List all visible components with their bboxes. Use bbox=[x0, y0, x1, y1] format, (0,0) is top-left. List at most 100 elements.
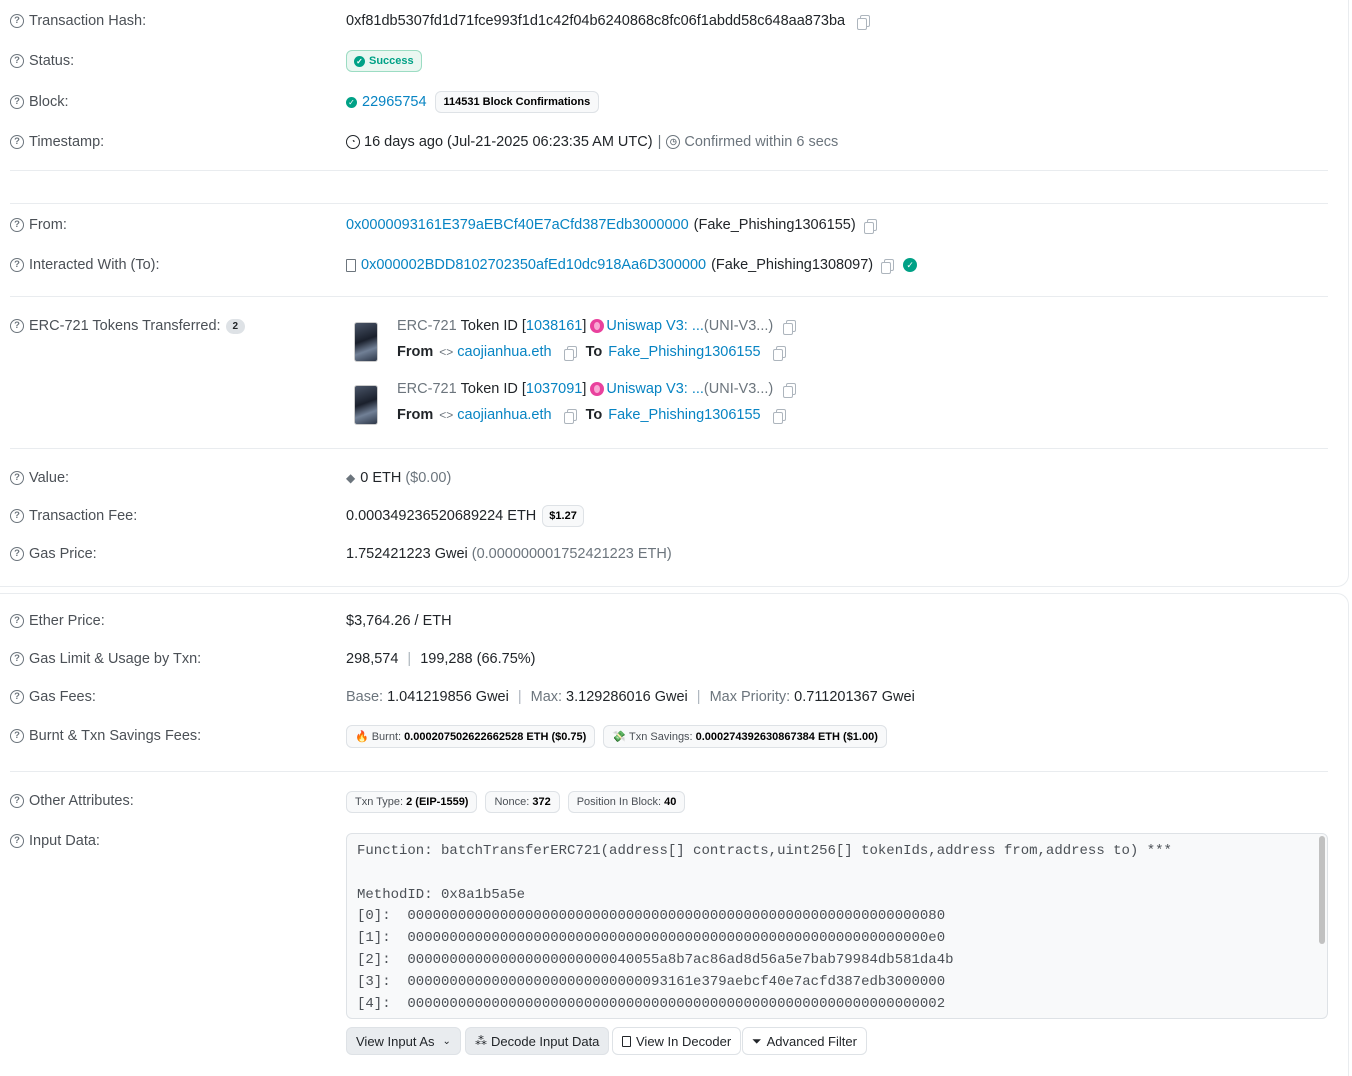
block-confirmations-badge: 114531 Block Confirmations bbox=[434, 91, 600, 113]
help-icon[interactable]: ? bbox=[10, 135, 24, 149]
erc721-item-1-line1: ERC-721 Token ID [1038161] Uniswap V3: .… bbox=[397, 318, 797, 335]
block-number-link[interactable]: 22965754 bbox=[362, 94, 427, 110]
uniswap-logo-icon bbox=[590, 382, 605, 396]
filter-icon: ⏷ bbox=[752, 1033, 762, 1048]
row-burnt-savings: ? Burnt & Txn Savings Fees: 🔥 Burnt: 0.0002… bbox=[10, 725, 1328, 751]
ether-price-value: $3,764.26 / ETH bbox=[346, 613, 452, 629]
chevron-down-icon: ⌄ bbox=[442, 1035, 451, 1047]
decode-input-data-button[interactable]: ⁂ Decode Input Data bbox=[465, 1027, 610, 1055]
nonce-badge: Nonce: 372 bbox=[485, 791, 560, 813]
other-attributes-value: Txn Type: 2 (EIP-1559) Nonce: 372 Position… bbox=[346, 791, 686, 813]
divider bbox=[10, 296, 1328, 297]
erc721-item-2-line2: From <> caojianhua.eth To Fake_Phishing1… bbox=[397, 407, 786, 424]
ether-price-label: ? Ether Price: bbox=[10, 613, 105, 629]
fee-usd-badge: $1.27 bbox=[542, 505, 584, 527]
to-address-link[interactable]: Fake_Phishing1306155 bbox=[608, 407, 760, 423]
input-data-line: [1]: 00000000000000000000000000000000000… bbox=[357, 930, 946, 947]
stopwatch-icon: ◷ bbox=[666, 135, 681, 149]
from-label: ? From: bbox=[10, 217, 67, 233]
from-ens-link[interactable]: caojianhua.eth bbox=[457, 344, 551, 360]
copy-icon[interactable] bbox=[772, 345, 786, 361]
from-address-link[interactable]: 0x0000093161E379aEBCf40E7aCfd387Edb30000… bbox=[346, 217, 689, 233]
input-data-textarea[interactable]: Function: batchTransferERC721(address[] … bbox=[346, 833, 1328, 1019]
code-brackets-icon: <> bbox=[439, 345, 454, 359]
block-label: ? Block: bbox=[10, 94, 69, 110]
txn-savings-badge: 💸 Txn Savings: 0.000274392630867384 ETH ($… bbox=[603, 725, 887, 748]
copy-icon[interactable] bbox=[857, 14, 871, 30]
help-icon[interactable]: ? bbox=[10, 547, 24, 561]
input-data-scrollbar[interactable] bbox=[1319, 836, 1325, 944]
divider bbox=[10, 448, 1328, 449]
input-data-line: Function: batchTransferERC721(address[] … bbox=[357, 843, 1172, 859]
view-input-as-dropdown[interactable]: View Input As ⌄ bbox=[346, 1027, 461, 1055]
value-label: ? Value: bbox=[10, 470, 69, 486]
token-id-link[interactable]: 1038161 bbox=[526, 318, 582, 334]
ethereum-icon: ◆ bbox=[346, 471, 356, 485]
help-icon[interactable]: ? bbox=[10, 258, 24, 272]
input-data-line: [0]: 00000000000000000000000000000000000… bbox=[357, 908, 946, 925]
advanced-filter-button[interactable]: ⏷ Advanced Filter bbox=[742, 1027, 867, 1055]
collection-link[interactable]: Uniswap V3: ... bbox=[606, 381, 704, 397]
to-address-link[interactable]: 0x000002BDD8102702350afEd10dc918Aa6D3000… bbox=[361, 257, 706, 273]
gas-price-label: ? Gas Price: bbox=[10, 546, 97, 562]
row-gas-fees: ? Gas Fees: Base: 1.041219856 Gwei | Max:… bbox=[10, 689, 1328, 709]
input-data-line bbox=[357, 863, 1317, 885]
burnt-fees-badge: 🔥 Burnt: 0.000207502622662528 ETH ($0.75) bbox=[346, 725, 596, 748]
help-icon[interactable]: ? bbox=[10, 54, 24, 68]
help-icon[interactable]: ? bbox=[10, 14, 24, 28]
view-in-decoder-button[interactable]: View In Decoder bbox=[612, 1027, 742, 1055]
tx-hash-label: ? Transaction Hash: bbox=[10, 13, 146, 29]
file-icon bbox=[622, 1035, 631, 1047]
to-value: 0x000002BDD8102702350afEd10dc918Aa6D3000… bbox=[346, 257, 918, 274]
help-icon[interactable]: ? bbox=[10, 729, 24, 743]
transaction-overview-card bbox=[0, 0, 1349, 587]
contract-file-icon bbox=[346, 258, 356, 272]
help-icon[interactable]: ? bbox=[10, 614, 24, 628]
gas-limit-label: ? Gas Limit & Usage by Txn: bbox=[10, 651, 201, 667]
nft-thumbnail[interactable] bbox=[354, 322, 378, 362]
input-data-label: ? Input Data: bbox=[10, 833, 100, 849]
row-gas-limit: ? Gas Limit & Usage by Txn: 298,574 | 199… bbox=[10, 651, 1328, 671]
row-from: ? From: 0x0000093161E379aEBCf40E7aCfd387E… bbox=[10, 216, 1328, 236]
help-icon[interactable]: ? bbox=[10, 652, 24, 666]
help-icon[interactable]: ? bbox=[10, 509, 24, 523]
position-in-block-badge: Position In Block: 40 bbox=[567, 791, 686, 813]
divider bbox=[10, 203, 1328, 204]
to-address-link[interactable]: Fake_Phishing1306155 bbox=[608, 344, 760, 360]
help-icon[interactable]: ? bbox=[10, 218, 24, 232]
help-icon[interactable]: ? bbox=[10, 794, 24, 808]
help-icon[interactable]: ? bbox=[10, 95, 24, 109]
row-fee: ? Transaction Fee: 0.000349236520689224 E… bbox=[10, 505, 1328, 531]
copy-icon[interactable] bbox=[783, 382, 797, 398]
token-id-link[interactable]: 1037091 bbox=[526, 381, 582, 397]
cubes-icon: ⁂ bbox=[475, 1034, 487, 1048]
help-icon[interactable]: ? bbox=[10, 319, 24, 333]
row-tx-hash: ? Transaction Hash: 0xf81db5307fd1d71fce9… bbox=[10, 12, 1328, 32]
help-icon[interactable]: ? bbox=[10, 834, 24, 848]
status-value: ✓ Success bbox=[346, 50, 422, 72]
collection-link[interactable]: Uniswap V3: ... bbox=[606, 318, 704, 334]
timestamp-value: ◔ 16 days ago (Jul-21-2025 06:23:35 AM U… bbox=[346, 134, 838, 150]
input-data-line: [2]: 000000000000000000000000040055a8b7a… bbox=[357, 951, 954, 968]
to-label: ? Interacted With (To): bbox=[10, 257, 160, 273]
copy-icon[interactable] bbox=[563, 345, 577, 361]
copy-icon[interactable] bbox=[783, 319, 797, 335]
help-icon[interactable]: ? bbox=[10, 690, 24, 704]
erc721-count-badge: 2 bbox=[225, 318, 246, 334]
erc721-item-2-line1: ERC-721 Token ID [1037091] Uniswap V3: .… bbox=[397, 381, 797, 398]
copy-icon[interactable] bbox=[772, 408, 786, 424]
copy-icon[interactable] bbox=[863, 218, 877, 234]
gas-limit-value: 298,574 | 199,288 (66.75%) bbox=[346, 651, 536, 667]
row-block: ? Block: ✓ 22965754 114531 Block Confirma… bbox=[10, 91, 1328, 117]
help-icon[interactable]: ? bbox=[10, 471, 24, 485]
copy-icon[interactable] bbox=[563, 408, 577, 424]
input-data-line: MethodID: 0x8a1b5a5e bbox=[357, 886, 526, 903]
nft-thumbnail[interactable] bbox=[354, 385, 378, 425]
block-value: ✓ 22965754 114531 Block Confirmations bbox=[346, 91, 600, 113]
burnt-savings-value: 🔥 Burnt: 0.000207502622662528 ETH ($0.75) … bbox=[346, 725, 887, 748]
tx-hash-value: 0xf81db5307fd1d71fce993f1d1c42f04b624086… bbox=[346, 13, 871, 30]
from-ens-link[interactable]: caojianhua.eth bbox=[457, 407, 551, 423]
copy-icon[interactable] bbox=[881, 258, 895, 274]
fire-icon: 🔥 bbox=[355, 731, 369, 743]
gas-fees-label: ? Gas Fees: bbox=[10, 689, 96, 705]
